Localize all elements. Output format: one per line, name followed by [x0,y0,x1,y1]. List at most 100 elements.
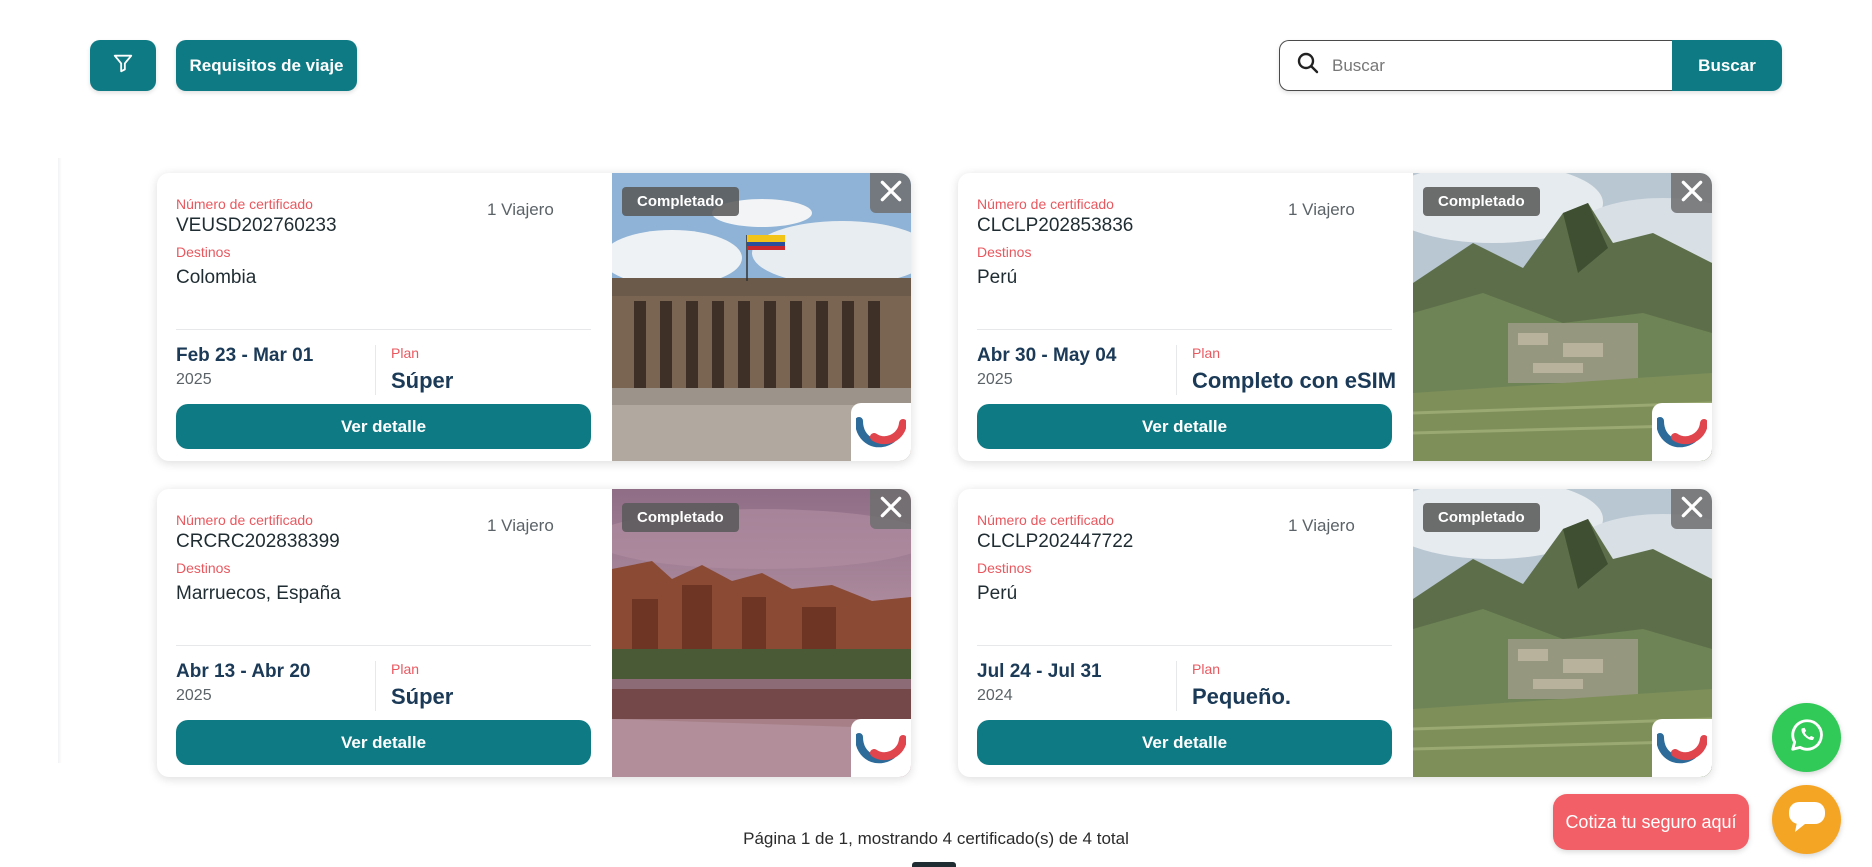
travel-dates: Abr 13 - Abr 20 [176,661,311,682]
travelers-count: 1 Viajero [487,200,554,219]
destinations-label: Destinos [176,560,231,576]
plan-divider [1176,661,1177,711]
status-badge: Completado [1423,187,1540,216]
plan-divider [375,661,376,711]
search-button[interactable]: Buscar [1672,40,1782,91]
certificate-card: Número de certificado CLCLP202853836 1 V… [958,173,1712,461]
certificate-number: CLCLP202853836 [977,215,1134,236]
close-button[interactable] [870,173,911,213]
certificate-number: VEUSD202760233 [176,215,337,236]
pagination-current-page: 1 [800,829,811,848]
page-indicator[interactable] [912,862,956,867]
travelers-count: 1 Viajero [487,516,554,535]
brand-logo [851,719,911,777]
travel-dates: Abr 30 - May 04 [977,345,1117,366]
card-info: Número de certificado CRCRC202838399 1 V… [157,489,612,777]
travel-year: 2025 [977,371,1013,388]
plan-value: Súper [391,368,454,393]
pagination-shown-count: 4 [942,829,953,848]
close-button[interactable] [1671,173,1712,213]
certificate-label: Número de certificado [977,196,1114,212]
plan-divider [375,345,376,395]
travel-dates: Feb 23 - Mar 01 [176,345,314,366]
travel-year: 2025 [176,687,212,704]
brand-logo [851,403,911,461]
destinations-value: Marruecos, España [176,583,341,604]
destination-image: Completado [1413,489,1712,777]
status-badge: Completado [622,187,739,216]
status-badge: Completado [1423,503,1540,532]
view-detail-button[interactable]: Ver detalle [176,404,591,449]
travel-year: 2025 [176,371,212,388]
close-icon [1679,494,1705,525]
travel-requirements-button[interactable]: Requisitos de viaje [176,40,357,91]
brand-logo [1652,403,1712,461]
plan-divider [1176,345,1177,395]
certificate-card: Número de certificado CLCLP202447722 1 V… [958,489,1712,777]
pagination-total-word: total [1096,829,1129,848]
close-icon [878,178,904,209]
pagination-total-count: 4 [1082,829,1092,848]
brand-logo [1652,719,1712,777]
certificate-number: CRCRC202838399 [176,531,340,552]
close-icon [878,494,904,525]
destinations-label: Destinos [977,560,1032,576]
travel-dates: Jul 24 - Jul 31 [977,661,1102,682]
pagination-of-word: de [815,829,834,848]
chat-bubble-icon [1787,800,1827,839]
pagination-showing-text: , mostrando [848,829,938,848]
get-quote-button[interactable]: Cotiza tu seguro aquí [1553,794,1749,850]
destination-image: Completado [612,489,911,777]
plan-label: Plan [391,345,420,361]
card-info: Número de certificado CLCLP202447722 1 V… [958,489,1413,777]
destination-image: Completado [612,173,911,461]
view-detail-button[interactable]: Ver detalle [176,720,591,765]
brand-logo-icon [1657,733,1707,764]
destinations-label: Destinos [176,244,231,260]
search-field-wrapper[interactable] [1279,40,1672,91]
card-divider [176,645,591,646]
whatsapp-icon [1788,716,1826,759]
plan-label: Plan [1192,661,1221,677]
travelers-count: 1 Viajero [1288,516,1355,535]
destinations-value: Perú [977,267,1018,288]
close-button[interactable] [870,489,911,529]
plan-value: Súper [391,684,454,709]
search-input[interactable] [1332,55,1672,76]
chat-button[interactable] [1772,785,1841,854]
view-detail-button[interactable]: Ver detalle [977,720,1392,765]
filter-button[interactable] [90,40,156,91]
pagination-page-word: Página [743,829,797,848]
card-info: Número de certificado CLCLP202853836 1 V… [958,173,1413,461]
destinations-value: Perú [977,583,1018,604]
left-divider [58,158,62,763]
certificate-card: Número de certificado VEUSD202760233 1 V… [157,173,911,461]
card-info: Número de certificado VEUSD202760233 1 V… [157,173,612,461]
brand-logo-icon [856,417,906,448]
close-icon [1679,178,1705,209]
card-divider [176,329,591,330]
pagination-certificates-text: certificado(s) de [956,829,1078,848]
plan-value: Pequeño. [1192,684,1292,709]
certificate-label: Número de certificado [977,512,1114,528]
card-divider [977,329,1392,330]
search-icon [1296,51,1320,80]
brand-logo-icon [1657,417,1707,448]
close-button[interactable] [1671,489,1712,529]
status-badge: Completado [622,503,739,532]
certificate-number: CLCLP202447722 [977,531,1134,552]
plan-label: Plan [1192,345,1221,361]
brand-logo-icon [856,733,906,764]
pagination-total-pages: 1 [838,829,849,848]
travelers-count: 1 Viajero [1288,200,1355,219]
destinations-label: Destinos [977,244,1032,260]
funnel-icon [112,52,134,79]
destinations-value: Colombia [176,267,257,288]
search-bar: Buscar [1279,40,1782,91]
certificate-card: Número de certificado CRCRC202838399 1 V… [157,489,911,777]
whatsapp-button[interactable] [1772,703,1841,772]
plan-label: Plan [391,661,420,677]
destination-image: Completado [1413,173,1712,461]
view-detail-button[interactable]: Ver detalle [977,404,1392,449]
plan-value: Completo con eSIM [1192,368,1397,393]
